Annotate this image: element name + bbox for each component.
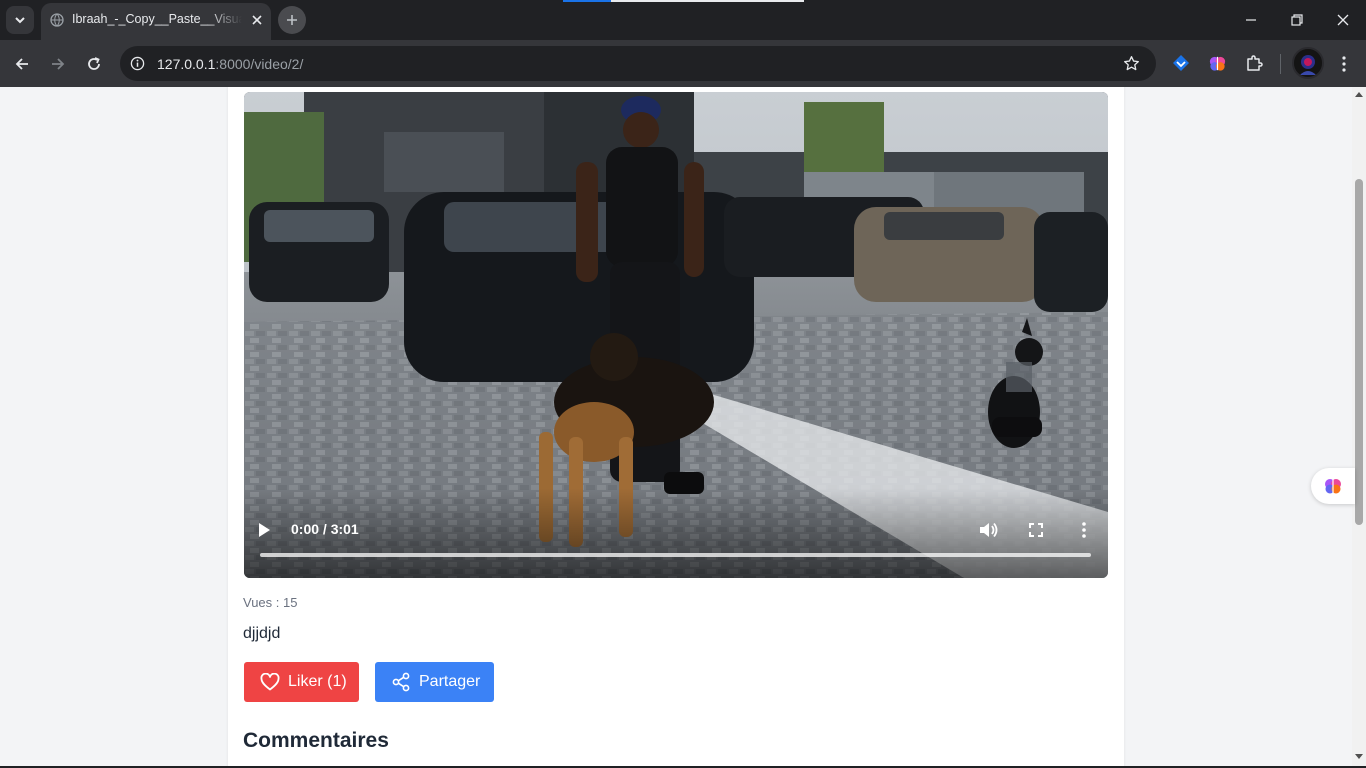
info-icon[interactable] bbox=[130, 56, 145, 71]
scroll-up-arrow[interactable] bbox=[1355, 92, 1363, 97]
reload-icon bbox=[88, 57, 100, 70]
floating-extension-button[interactable] bbox=[1311, 468, 1355, 504]
browser-menu-button[interactable] bbox=[1330, 50, 1358, 78]
url-text: 127.0.0.1:8000/video/2/ bbox=[157, 56, 303, 72]
scroll-down-arrow[interactable] bbox=[1355, 754, 1363, 759]
loading-indicator bbox=[563, 0, 804, 2]
address-bar[interactable]: 127.0.0.1:8000/video/2/ bbox=[120, 46, 1156, 81]
avatar-image bbox=[1294, 49, 1322, 77]
video-description: djjdjd bbox=[243, 625, 281, 642]
minimize-icon bbox=[1246, 19, 1256, 21]
brain-extension-icon[interactable] bbox=[1208, 54, 1227, 73]
time-display: 0:00 / 3:01 bbox=[291, 521, 359, 537]
tab-search-button[interactable] bbox=[6, 6, 34, 34]
forward-icon bbox=[52, 58, 65, 70]
fullscreen-button[interactable] bbox=[1025, 519, 1047, 541]
share-button[interactable]: Partager bbox=[375, 662, 494, 702]
share-icon bbox=[392, 672, 410, 692]
fullscreen-icon bbox=[1029, 523, 1043, 537]
toolbar-separator bbox=[1280, 54, 1281, 74]
reload-button[interactable] bbox=[80, 50, 108, 78]
page-viewport: 0:00 / 3:01 Vues : 15 djjdjd Liker (1) P… bbox=[0, 87, 1366, 768]
view-count: Vues : 15 bbox=[243, 595, 298, 610]
more-vert-icon bbox=[1082, 522, 1086, 538]
scroll-thumb[interactable] bbox=[1355, 179, 1363, 525]
tab-title: Ibraah_-_Copy__Paste__Visualizer bbox=[72, 12, 242, 26]
comments-heading: Commentaires bbox=[243, 729, 389, 752]
more-options-button[interactable] bbox=[1073, 519, 1095, 541]
url-host: 127.0.0.1 bbox=[157, 56, 216, 72]
forward-button[interactable] bbox=[44, 50, 72, 78]
puzzle-icon[interactable] bbox=[1245, 54, 1263, 72]
video-player[interactable]: 0:00 / 3:01 bbox=[244, 92, 1108, 578]
kebab-menu-icon bbox=[1342, 56, 1346, 72]
plus-icon bbox=[287, 15, 297, 25]
brain-icon bbox=[1325, 479, 1341, 494]
back-button[interactable] bbox=[8, 50, 36, 78]
volume-icon bbox=[980, 522, 998, 538]
minimize-button[interactable] bbox=[1228, 0, 1274, 40]
close-window-icon bbox=[1337, 14, 1349, 26]
restore-icon bbox=[1291, 14, 1303, 26]
page-scrollbar[interactable] bbox=[1352, 87, 1366, 768]
back-icon bbox=[15, 58, 28, 70]
star-icon[interactable] bbox=[1123, 55, 1140, 72]
close-icon[interactable] bbox=[249, 12, 265, 28]
play-icon bbox=[259, 523, 270, 537]
url-path: :8000/video/2/ bbox=[215, 56, 304, 72]
volume-button[interactable] bbox=[977, 519, 999, 541]
tab-strip: Ibraah_-_Copy__Paste__Visualizer bbox=[0, 0, 1366, 40]
browser-toolbar: 127.0.0.1:8000/video/2/ bbox=[0, 40, 1366, 87]
diamond-extension-icon[interactable] bbox=[1172, 54, 1190, 72]
like-button[interactable]: Liker (1) bbox=[244, 662, 359, 702]
chevron-down-icon bbox=[15, 17, 25, 24]
play-button[interactable] bbox=[257, 520, 271, 540]
globe-icon bbox=[50, 13, 64, 27]
restore-button[interactable] bbox=[1274, 0, 1320, 40]
seek-bar[interactable] bbox=[260, 553, 1091, 557]
avatar[interactable] bbox=[1292, 47, 1324, 79]
new-tab-button[interactable] bbox=[278, 6, 306, 34]
like-label: Liker (1) bbox=[288, 673, 347, 690]
close-window-button[interactable] bbox=[1320, 0, 1366, 40]
share-label: Partager bbox=[419, 673, 481, 690]
heart-icon bbox=[260, 673, 280, 691]
